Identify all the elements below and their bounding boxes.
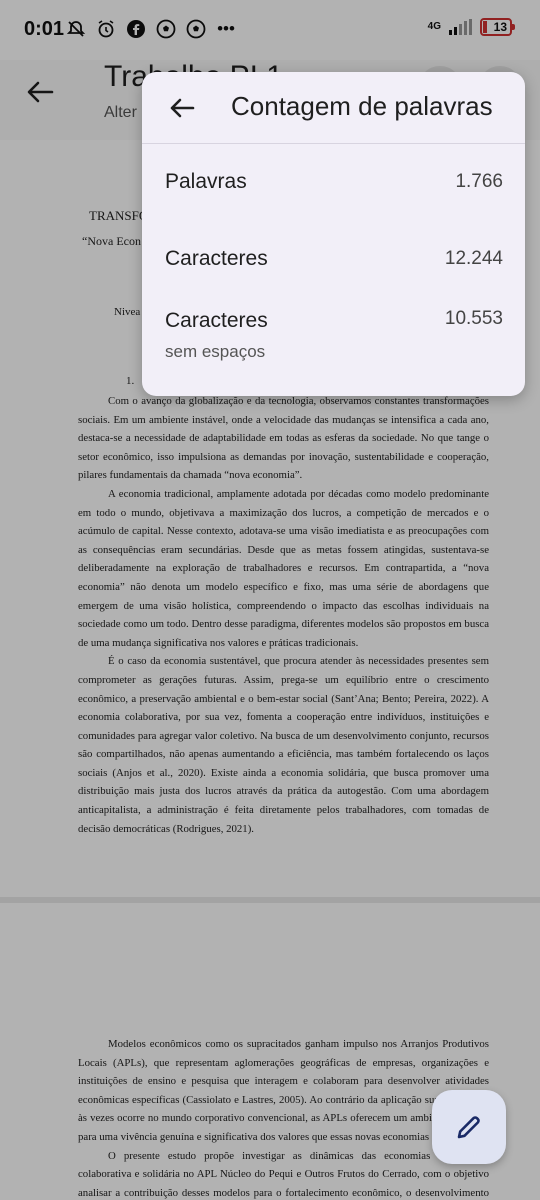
back-arrow-icon[interactable] bbox=[166, 92, 198, 124]
dialog-title: Contagem de palavras bbox=[231, 91, 493, 121]
dialog-header: Contagem de palavras bbox=[142, 72, 525, 144]
words-count: 1.766 bbox=[455, 171, 503, 192]
word-count-dialog: Contagem de palavras Palavras 1.766 Cara… bbox=[142, 72, 525, 396]
pencil-icon bbox=[457, 1116, 480, 1139]
edit-fab-button[interactable] bbox=[432, 1090, 506, 1164]
characters-no-spaces-count: 10.553 bbox=[444, 308, 503, 329]
characters-label: Caracteres bbox=[165, 247, 268, 270]
characters-count: 12.244 bbox=[444, 248, 503, 269]
characters-no-spaces-label: Caracteres bbox=[165, 309, 268, 332]
characters-no-spaces-sublabel: sem espaços bbox=[165, 342, 266, 361]
words-label: Palavras bbox=[165, 170, 247, 193]
